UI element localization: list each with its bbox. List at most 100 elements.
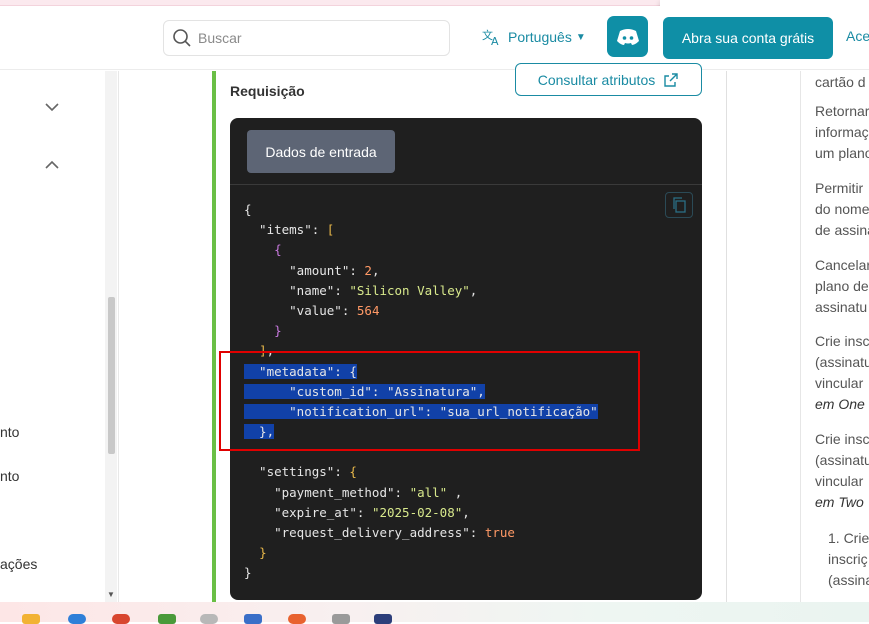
code-token: : bbox=[469, 525, 485, 540]
code-token: } bbox=[274, 323, 282, 339]
code-token: "Silicon Valley" bbox=[349, 282, 470, 298]
discord-icon bbox=[616, 28, 639, 45]
external-link-icon bbox=[664, 72, 678, 87]
chevron-up-icon[interactable] bbox=[45, 157, 59, 173]
sidebar-item[interactable]: nto bbox=[0, 468, 19, 484]
code-token: , bbox=[371, 262, 380, 278]
code-token: "value" bbox=[244, 302, 342, 318]
highlight-annotation-box bbox=[219, 351, 640, 451]
access-link[interactable]: Ace bbox=[846, 28, 869, 44]
caret-down-icon: ▼ bbox=[575, 31, 586, 43]
svg-text:A: A bbox=[491, 35, 499, 46]
section-accent-bar bbox=[212, 71, 216, 602]
code-token: : bbox=[311, 222, 327, 238]
code-token: { bbox=[349, 464, 357, 480]
right-nav-item[interactable]: inscriç bbox=[828, 551, 868, 567]
right-nav-item[interactable]: plano de bbox=[815, 278, 869, 294]
content-divider bbox=[726, 71, 727, 602]
app-icon[interactable] bbox=[288, 614, 306, 624]
code-line: } bbox=[244, 321, 598, 341]
right-nav-item[interactable]: vincular bbox=[815, 375, 863, 391]
sidebar-item[interactable]: nto bbox=[0, 424, 19, 440]
right-nav-item[interactable]: Crie insc bbox=[815, 431, 869, 447]
code-token: : bbox=[349, 262, 365, 278]
right-nav-item[interactable]: cartão d bbox=[815, 74, 866, 90]
app-icon[interactable] bbox=[200, 614, 218, 624]
open-account-button[interactable]: Abra sua conta grátis bbox=[663, 17, 833, 59]
code-line: { bbox=[244, 240, 598, 260]
code-line: "amount": 2, bbox=[244, 261, 598, 281]
right-nav-item[interactable]: Cancelar bbox=[815, 257, 869, 273]
right-nav-item[interactable]: vincular bbox=[815, 473, 863, 489]
copy-icon[interactable] bbox=[665, 192, 693, 218]
tab-input-data[interactable]: Dados de entrada bbox=[247, 130, 395, 173]
right-nav-item[interactable]: informaç bbox=[815, 124, 869, 140]
code-token: , bbox=[462, 504, 470, 520]
code-token: { bbox=[274, 242, 282, 258]
search-placeholder: Buscar bbox=[198, 30, 242, 46]
code-line: "payment_method": "all" , bbox=[244, 483, 598, 503]
language-label: Português bbox=[508, 29, 572, 45]
right-nav-item[interactable]: Retornar bbox=[815, 103, 869, 119]
chevron-down-icon[interactable] bbox=[45, 99, 59, 115]
right-nav-item[interactable]: Permitir bbox=[815, 180, 863, 196]
right-nav-item[interactable]: (assinatu bbox=[815, 354, 869, 370]
site-header: Buscar 文A Português ▼ Abra sua conta grá… bbox=[0, 6, 869, 70]
code-token: { bbox=[244, 202, 252, 217]
code-line: "request_delivery_address": true bbox=[244, 523, 598, 543]
code-token: "name" bbox=[244, 282, 335, 298]
code-token: "2025-02-08" bbox=[371, 504, 463, 520]
code-token: "request_delivery_address" bbox=[244, 525, 470, 540]
app-icon[interactable] bbox=[112, 614, 130, 624]
code-token: 2 bbox=[364, 262, 372, 278]
browser-icon[interactable] bbox=[68, 614, 86, 624]
right-nav-item[interactable]: (assinatu bbox=[815, 452, 869, 468]
right-nav-item[interactable]: em One bbox=[815, 396, 865, 412]
app-icon[interactable] bbox=[244, 614, 262, 624]
right-nav-item[interactable]: (assina bbox=[828, 572, 869, 588]
code-line: "name": "Silicon Valley", bbox=[244, 281, 598, 301]
consult-attributes-label: Consultar atributos bbox=[537, 71, 656, 88]
code-token: "settings" bbox=[244, 464, 335, 480]
code-token: "payment_method" bbox=[244, 484, 395, 500]
code-line: } bbox=[244, 563, 598, 583]
section-title: Requisição bbox=[230, 83, 305, 99]
code-token: 564 bbox=[356, 302, 380, 318]
app-icon[interactable] bbox=[332, 614, 350, 624]
right-nav-item[interactable]: 1. Crie bbox=[828, 530, 869, 546]
discord-button[interactable] bbox=[607, 16, 648, 57]
code-line: "value": 564 bbox=[244, 301, 598, 321]
code-token: , bbox=[447, 484, 463, 500]
app-icon[interactable] bbox=[158, 614, 176, 624]
right-nav-item[interactable]: Crie insc bbox=[815, 333, 869, 349]
code-token: "items" bbox=[244, 222, 312, 238]
code-token: : bbox=[356, 504, 372, 520]
code-line: "items": [ bbox=[244, 220, 598, 240]
folder-icon[interactable] bbox=[22, 614, 40, 624]
code-line: "settings": { bbox=[244, 462, 598, 482]
right-nav-item[interactable]: um plano bbox=[815, 145, 869, 161]
right-nav-item[interactable]: de assina bbox=[815, 222, 869, 238]
scroll-down-arrow-icon[interactable]: ▼ bbox=[107, 590, 115, 599]
code-token: } bbox=[244, 565, 252, 581]
search-input[interactable]: Buscar bbox=[163, 20, 450, 56]
code-line: } bbox=[244, 543, 598, 563]
right-nav-item[interactable]: assinatu bbox=[815, 299, 867, 315]
sidebar-item[interactable]: ações bbox=[0, 556, 37, 572]
code-token: : bbox=[334, 464, 350, 480]
code-token: } bbox=[259, 545, 267, 561]
scrollbar-thumb[interactable] bbox=[108, 297, 115, 454]
code-token: "amount" bbox=[244, 262, 350, 278]
right-nav-item[interactable]: em Two bbox=[815, 494, 864, 510]
translate-icon: 文A bbox=[482, 28, 499, 46]
consult-attributes-button[interactable]: Consultar atributos bbox=[515, 63, 702, 96]
code-line: "expire_at": "2025-02-08", bbox=[244, 503, 598, 523]
sidebar: nto nto ações bbox=[0, 71, 119, 602]
language-selector[interactable]: 文A Português ▼ bbox=[482, 28, 586, 46]
os-taskbar bbox=[0, 602, 869, 622]
app-icon[interactable] bbox=[374, 614, 392, 624]
code-token: "all" bbox=[409, 484, 448, 500]
right-nav-item[interactable]: do nome bbox=[815, 201, 869, 217]
